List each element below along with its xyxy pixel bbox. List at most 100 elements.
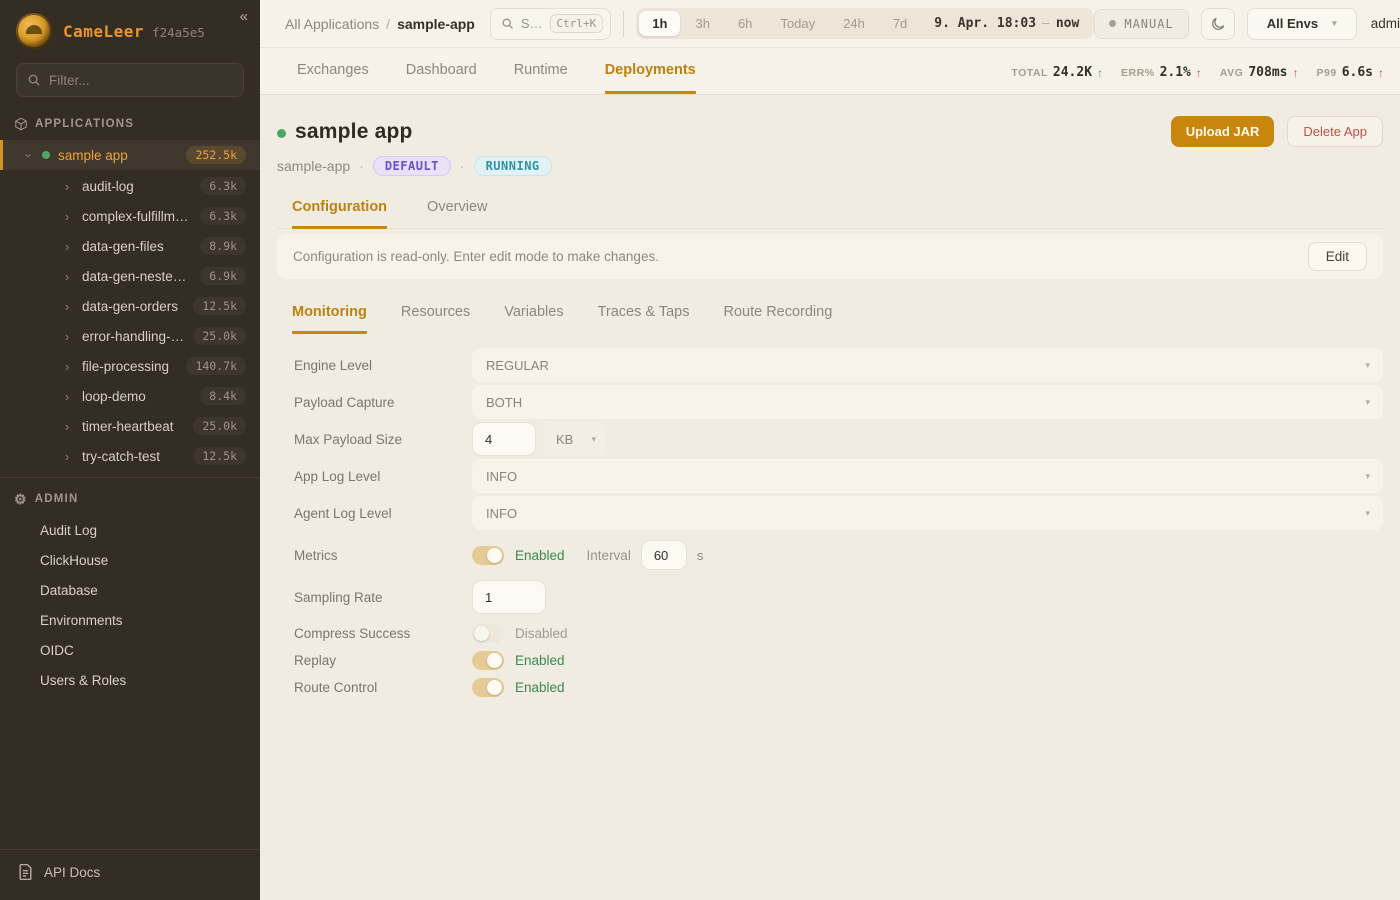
route-label: error-handling-… (82, 329, 184, 344)
env-select[interactable]: All Envs ▾ (1247, 8, 1357, 40)
sidebar-item-oidc[interactable]: OIDC (0, 635, 260, 665)
sidebar-item-audit-log-admin[interactable]: Audit Log (0, 515, 260, 545)
global-search[interactable]: S… Ctrl+K (490, 8, 611, 40)
time-range-6h[interactable]: 6h (725, 11, 765, 36)
sidebar-collapse-icon[interactable]: « (240, 8, 248, 25)
chevron-right-icon: › (60, 329, 74, 344)
chevron-down-icon: ▾ (1332, 18, 1337, 29)
subtab-resources[interactable]: Resources (401, 304, 470, 334)
tab-deployments[interactable]: Deployments (605, 62, 696, 94)
max-payload-size-input[interactable] (472, 422, 536, 456)
compress-success-state: Disabled (515, 626, 568, 641)
sidebar-item-users-roles[interactable]: Users & Roles (0, 665, 260, 695)
theme-toggle-button[interactable] (1201, 8, 1235, 40)
stat-value: 2.1% (1160, 65, 1191, 80)
field-label: Sampling Rate (294, 590, 472, 605)
sidebar-item-complex-fulfillment[interactable]: › complex-fulfillm… 6.3k (0, 201, 260, 231)
sidebar-item-data-gen-orders[interactable]: › data-gen-orders 12.5k (0, 291, 260, 321)
breadcrumb-all-applications[interactable]: All Applications (285, 16, 379, 32)
monitoring-form: Engine Level REGULAR ▾ Payload Capture B… (277, 348, 1383, 697)
chevron-down-icon: ▾ (1365, 471, 1370, 482)
middot: · (359, 158, 364, 174)
document-icon (18, 864, 33, 880)
time-from: 9. Apr. 18:03 (934, 16, 1036, 31)
stat-p99: P99 6.6s ↑ (1317, 65, 1385, 80)
compress-success-toggle[interactable] (472, 624, 504, 643)
admin-header-label: ADMIN (35, 493, 79, 505)
chevron-down-icon: › (22, 148, 37, 162)
delete-app-button[interactable]: Delete App (1287, 116, 1383, 147)
count-badge: 8.4k (200, 387, 246, 405)
form-row-app-log-level: App Log Level INFO ▾ (294, 459, 1383, 493)
sampling-rate-input[interactable] (472, 580, 546, 614)
stat-avg: AVG 708ms ↑ (1220, 65, 1299, 80)
form-row-max-payload-size: Max Payload Size KB ▾ (294, 422, 1383, 456)
app-log-level-select[interactable]: INFO ▾ (472, 459, 1383, 493)
upload-jar-button[interactable]: Upload JAR (1171, 116, 1275, 147)
user-menu[interactable]: admin (1371, 16, 1400, 31)
tab-runtime[interactable]: Runtime (514, 62, 568, 94)
sidebar-item-timer-heartbeat[interactable]: › timer-heartbeat 25.0k (0, 411, 260, 441)
topbar-right-cluster: MANUAL All Envs ▾ admin (1094, 8, 1400, 40)
sidebar-item-audit-log[interactable]: › audit-log 6.3k (0, 171, 260, 201)
subtab-monitoring[interactable]: Monitoring (292, 304, 367, 334)
filter-input[interactable] (49, 73, 233, 88)
readonly-notice-text: Configuration is read-only. Enter edit m… (293, 249, 659, 264)
sidebar-item-error-handling[interactable]: › error-handling-… 25.0k (0, 321, 260, 351)
agent-log-level-select[interactable]: INFO ▾ (472, 496, 1383, 530)
engine-level-select[interactable]: REGULAR ▾ (472, 348, 1383, 382)
breadcrumb: All Applications / sample-app (285, 16, 475, 32)
sidebar: CameLeer f24a5e5 « APPLICATIONS › sample… (0, 0, 260, 900)
sidebar-footer: API Docs (0, 849, 260, 900)
sidebar-item-environments[interactable]: Environments (0, 605, 260, 635)
metrics-interval-input[interactable] (641, 540, 687, 570)
time-range-24h[interactable]: 24h (830, 11, 878, 36)
refresh-mode-button[interactable]: MANUAL (1094, 9, 1188, 39)
chevron-right-icon: › (60, 419, 74, 434)
subtab-variables[interactable]: Variables (504, 304, 563, 334)
manual-label: MANUAL (1124, 17, 1173, 31)
config-subtabs: Monitoring Resources Variables Traces & … (277, 304, 1383, 333)
subtab-route-recording[interactable]: Route Recording (723, 304, 832, 334)
time-range-custom[interactable]: 9. Apr. 18:03—now (922, 16, 1091, 31)
sidebar-item-file-processing[interactable]: › file-processing 140.7k (0, 351, 260, 381)
tab-dashboard[interactable]: Dashboard (406, 62, 477, 94)
sidebar-item-data-gen-nested[interactable]: › data-gen-neste… 6.9k (0, 261, 260, 291)
applications-header-label: APPLICATIONS (35, 118, 134, 130)
stat-label: AVG (1220, 67, 1243, 79)
chevron-right-icon: › (60, 389, 74, 404)
sidebar-item-sample-app[interactable]: › sample app 252.5k (0, 140, 260, 170)
field-label: Route Control (294, 680, 472, 695)
route-label: try-catch-test (82, 449, 160, 464)
tab-configuration[interactable]: Configuration (292, 199, 387, 229)
payload-capture-select[interactable]: BOTH ▾ (472, 385, 1383, 419)
admin-link-label: Audit Log (40, 523, 97, 538)
admin-link-label: Environments (40, 613, 123, 628)
tab-exchanges[interactable]: Exchanges (297, 62, 369, 94)
route-label: data-gen-orders (82, 299, 178, 314)
replay-toggle[interactable] (472, 651, 504, 670)
chevron-right-icon: › (60, 269, 74, 284)
route-control-toggle[interactable] (472, 678, 504, 697)
max-payload-unit-select[interactable]: KB ▾ (544, 422, 606, 456)
stat-label: TOTAL (1011, 67, 1048, 79)
time-range-7d[interactable]: 7d (880, 11, 920, 36)
edit-button[interactable]: Edit (1308, 242, 1367, 271)
stat-err: ERR% 2.1% ↑ (1121, 65, 1202, 80)
time-range-today[interactable]: Today (767, 11, 828, 36)
sidebar-item-try-catch-test[interactable]: › try-catch-test 12.5k (0, 441, 260, 471)
stat-value: 24.2K (1053, 65, 1092, 80)
subtab-traces-taps[interactable]: Traces & Taps (598, 304, 690, 334)
time-range-3h[interactable]: 3h (682, 11, 722, 36)
sidebar-item-loop-demo[interactable]: › loop-demo 8.4k (0, 381, 260, 411)
form-row-compress-success: Compress Success Disabled (294, 624, 1383, 643)
tab-overview[interactable]: Overview (427, 199, 487, 229)
api-docs-link[interactable]: API Docs (0, 850, 260, 900)
sidebar-item-data-gen-files[interactable]: › data-gen-files 8.9k (0, 231, 260, 261)
field-label: Agent Log Level (294, 506, 472, 521)
stat-value: 6.6s (1342, 65, 1373, 80)
metrics-toggle[interactable] (472, 546, 504, 565)
time-range-1h[interactable]: 1h (639, 11, 680, 36)
sidebar-item-clickhouse[interactable]: ClickHouse (0, 545, 260, 575)
sidebar-item-database[interactable]: Database (0, 575, 260, 605)
